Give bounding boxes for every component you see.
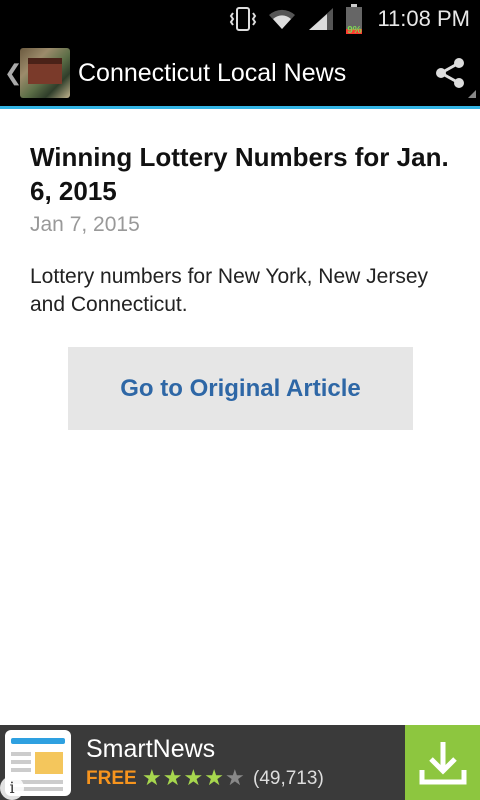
download-icon: [419, 741, 466, 784]
app-title: Connecticut Local News: [78, 58, 347, 87]
ad-info-icon[interactable]: i: [0, 776, 24, 800]
star-icon: ★: [142, 765, 163, 790]
vibrate-icon: [229, 0, 257, 38]
article: Winning Lottery Numbers for Jan. 6, 2015…: [30, 140, 450, 319]
action-bar: ❮ Connecticut Local News: [0, 38, 480, 108]
chevron-left-icon[interactable]: ❮: [4, 60, 22, 86]
battery-icon: 9%: [345, 0, 363, 38]
star-icon: ★: [183, 765, 205, 790]
star-icon: ★: [162, 765, 184, 790]
article-date: Jan 7, 2015: [30, 213, 140, 236]
ad-rating-count: (49,713): [253, 768, 324, 789]
go-to-original-article-button[interactable]: Go to Original Article: [68, 347, 413, 430]
share-button[interactable]: [420, 38, 480, 108]
status-time: 11:08 PM: [377, 6, 470, 31]
status-bar: 9% 11:08 PM: [0, 0, 480, 38]
ad-banner[interactable]: i SmartNews FREE ★★★★★ (49,713): [0, 725, 480, 800]
star-icon: ★: [204, 765, 225, 790]
ad-price: FREE: [86, 768, 137, 789]
overflow-corner-indicator: [468, 90, 476, 98]
ad-rating-stars: ★★★★★: [142, 765, 246, 791]
wifi-icon: [267, 0, 297, 38]
signal-icon: [307, 0, 335, 38]
share-icon: [436, 58, 464, 88]
ad-app-name: SmartNews: [86, 735, 216, 763]
app-logo[interactable]: [20, 48, 70, 98]
download-button[interactable]: [405, 725, 480, 800]
article-headline: Winning Lottery Numbers for Jan. 6, 2015: [30, 142, 449, 206]
half-star-icon: ★: [224, 765, 246, 790]
article-summary: Lottery numbers for New York, New Jersey…: [30, 265, 428, 316]
battery-percent: 9%: [347, 25, 362, 36]
action-bar-divider: [0, 106, 480, 109]
